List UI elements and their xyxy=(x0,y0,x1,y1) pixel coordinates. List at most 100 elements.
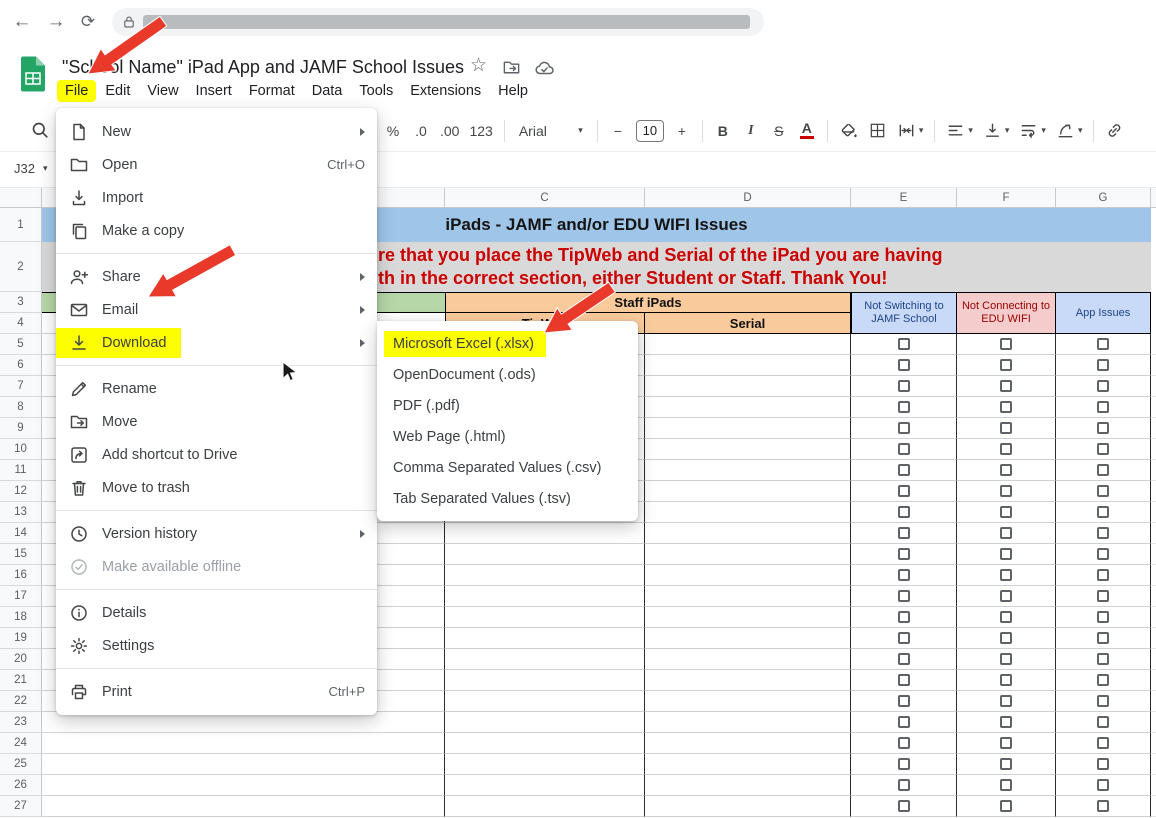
row-header-12[interactable]: 12 xyxy=(0,481,42,502)
checkbox[interactable] xyxy=(1097,443,1109,455)
checkbox[interactable] xyxy=(1000,632,1012,644)
checkbox[interactable] xyxy=(1097,674,1109,686)
menu-item-version-history[interactable]: Version history xyxy=(56,517,377,550)
checkbox[interactable] xyxy=(1097,611,1109,623)
checkbox[interactable] xyxy=(1000,716,1012,728)
cell-h-sliver[interactable] xyxy=(1151,670,1156,691)
checkbox[interactable] xyxy=(1000,800,1012,812)
text-wrap-button[interactable]: ▾ xyxy=(1015,117,1050,145)
cell-c[interactable] xyxy=(445,712,645,733)
cell-f[interactable] xyxy=(957,670,1056,691)
cell-g[interactable] xyxy=(1056,796,1151,817)
checkbox[interactable] xyxy=(898,779,910,791)
row-header-1[interactable]: 1 xyxy=(0,208,42,242)
checkbox[interactable] xyxy=(1097,590,1109,602)
cell-e[interactable] xyxy=(851,796,957,817)
cell-h-sliver[interactable] xyxy=(1151,460,1156,481)
cell-c[interactable] xyxy=(445,544,645,565)
checkbox[interactable] xyxy=(1000,401,1012,413)
cell-c[interactable] xyxy=(445,754,645,775)
checkbox[interactable] xyxy=(1000,548,1012,560)
cell-e[interactable] xyxy=(851,754,957,775)
cell-f[interactable] xyxy=(957,754,1056,775)
checkbox[interactable] xyxy=(1000,338,1012,350)
cell-h-sliver[interactable] xyxy=(1151,733,1156,754)
cell-f[interactable] xyxy=(957,733,1056,754)
cell-d[interactable] xyxy=(645,754,851,775)
cell-d[interactable] xyxy=(645,586,851,607)
cell-f[interactable] xyxy=(957,607,1056,628)
cell-h-sliver[interactable] xyxy=(1151,397,1156,418)
font-size-input[interactable]: 10 xyxy=(636,120,664,142)
menu-item-move-to-trash[interactable]: Move to trash xyxy=(56,471,377,504)
cell-c[interactable] xyxy=(445,523,645,544)
cell-g[interactable] xyxy=(1056,691,1151,712)
checkbox[interactable] xyxy=(1000,422,1012,434)
row-header-11[interactable]: 11 xyxy=(0,460,42,481)
merge-cells-button[interactable]: ▾ xyxy=(893,117,928,145)
horizontal-align-button[interactable]: ▾ xyxy=(942,117,977,145)
cell-h-sliver[interactable] xyxy=(1151,439,1156,460)
checkbox[interactable] xyxy=(898,569,910,581)
checkbox[interactable] xyxy=(1097,401,1109,413)
cloud-sync-status[interactable] xyxy=(534,58,554,83)
decrease-decimal-button[interactable]: .0 xyxy=(408,117,434,145)
cell-f[interactable] xyxy=(957,565,1056,586)
row-header-27[interactable]: 27 xyxy=(0,796,42,817)
star-button[interactable]: ☆ xyxy=(470,54,487,77)
checkbox[interactable] xyxy=(1097,716,1109,728)
cell-f[interactable] xyxy=(957,586,1056,607)
menu-item-download[interactable]: Download xyxy=(56,326,377,359)
cell-g[interactable] xyxy=(1056,649,1151,670)
checkbox[interactable] xyxy=(1097,506,1109,518)
cell-h-sliver[interactable] xyxy=(1151,418,1156,439)
row-header-13[interactable]: 13 xyxy=(0,502,42,523)
row-header-6[interactable]: 6 xyxy=(0,355,42,376)
cell-e[interactable] xyxy=(851,712,957,733)
cell-g[interactable] xyxy=(1056,670,1151,691)
cell-e[interactable] xyxy=(851,691,957,712)
checkbox[interactable] xyxy=(1000,380,1012,392)
menu-item-open[interactable]: OpenCtrl+O xyxy=(56,148,377,181)
menu-item-import[interactable]: Import xyxy=(56,181,377,214)
document-title[interactable]: "School Name" iPad App and JAMF School I… xyxy=(62,57,464,78)
cell-h-sliver[interactable] xyxy=(1151,754,1156,775)
app-issues-header-cell[interactable]: App Issues xyxy=(1056,292,1151,334)
cell-d[interactable] xyxy=(645,628,851,649)
cell-f[interactable] xyxy=(957,712,1056,733)
cell-h-sliver[interactable] xyxy=(1151,481,1156,502)
cell-h-sliver[interactable] xyxy=(1151,796,1156,817)
checkbox[interactable] xyxy=(1000,464,1012,476)
move-to-folder-button[interactable] xyxy=(502,58,521,82)
cell-g[interactable] xyxy=(1056,565,1151,586)
cell-g[interactable] xyxy=(1056,439,1151,460)
row-header-4[interactable]: 4 xyxy=(0,313,42,334)
cell-d[interactable] xyxy=(645,334,851,355)
menubar-item-help[interactable]: Help xyxy=(490,80,536,102)
forward-button[interactable]: → xyxy=(42,8,70,36)
cell-g[interactable] xyxy=(1056,481,1151,502)
checkbox[interactable] xyxy=(1097,653,1109,665)
cell-d[interactable] xyxy=(645,796,851,817)
column-header-f[interactable]: F xyxy=(957,188,1056,207)
cell-f[interactable] xyxy=(957,460,1056,481)
cell-d[interactable] xyxy=(645,544,851,565)
cell-e[interactable] xyxy=(851,439,957,460)
row-header-23[interactable]: 23 xyxy=(0,712,42,733)
cell-g[interactable] xyxy=(1056,523,1151,544)
column-header-g[interactable]: G xyxy=(1056,188,1151,207)
cell-h-sliver[interactable] xyxy=(1151,712,1156,733)
cell-ab[interactable] xyxy=(42,712,445,733)
cell-d[interactable] xyxy=(645,397,851,418)
cell-e[interactable] xyxy=(851,481,957,502)
cell-f[interactable] xyxy=(957,502,1056,523)
row-header-24[interactable]: 24 xyxy=(0,733,42,754)
cell-d[interactable] xyxy=(645,712,851,733)
checkbox[interactable] xyxy=(1097,632,1109,644)
cell-c[interactable] xyxy=(445,670,645,691)
submenu-item-microsoft-excel-xlsx[interactable]: Microsoft Excel (.xlsx) xyxy=(377,328,638,359)
checkbox[interactable] xyxy=(898,380,910,392)
row-header-14[interactable]: 14 xyxy=(0,523,42,544)
row-header-26[interactable]: 26 xyxy=(0,775,42,796)
cell-g[interactable] xyxy=(1056,607,1151,628)
